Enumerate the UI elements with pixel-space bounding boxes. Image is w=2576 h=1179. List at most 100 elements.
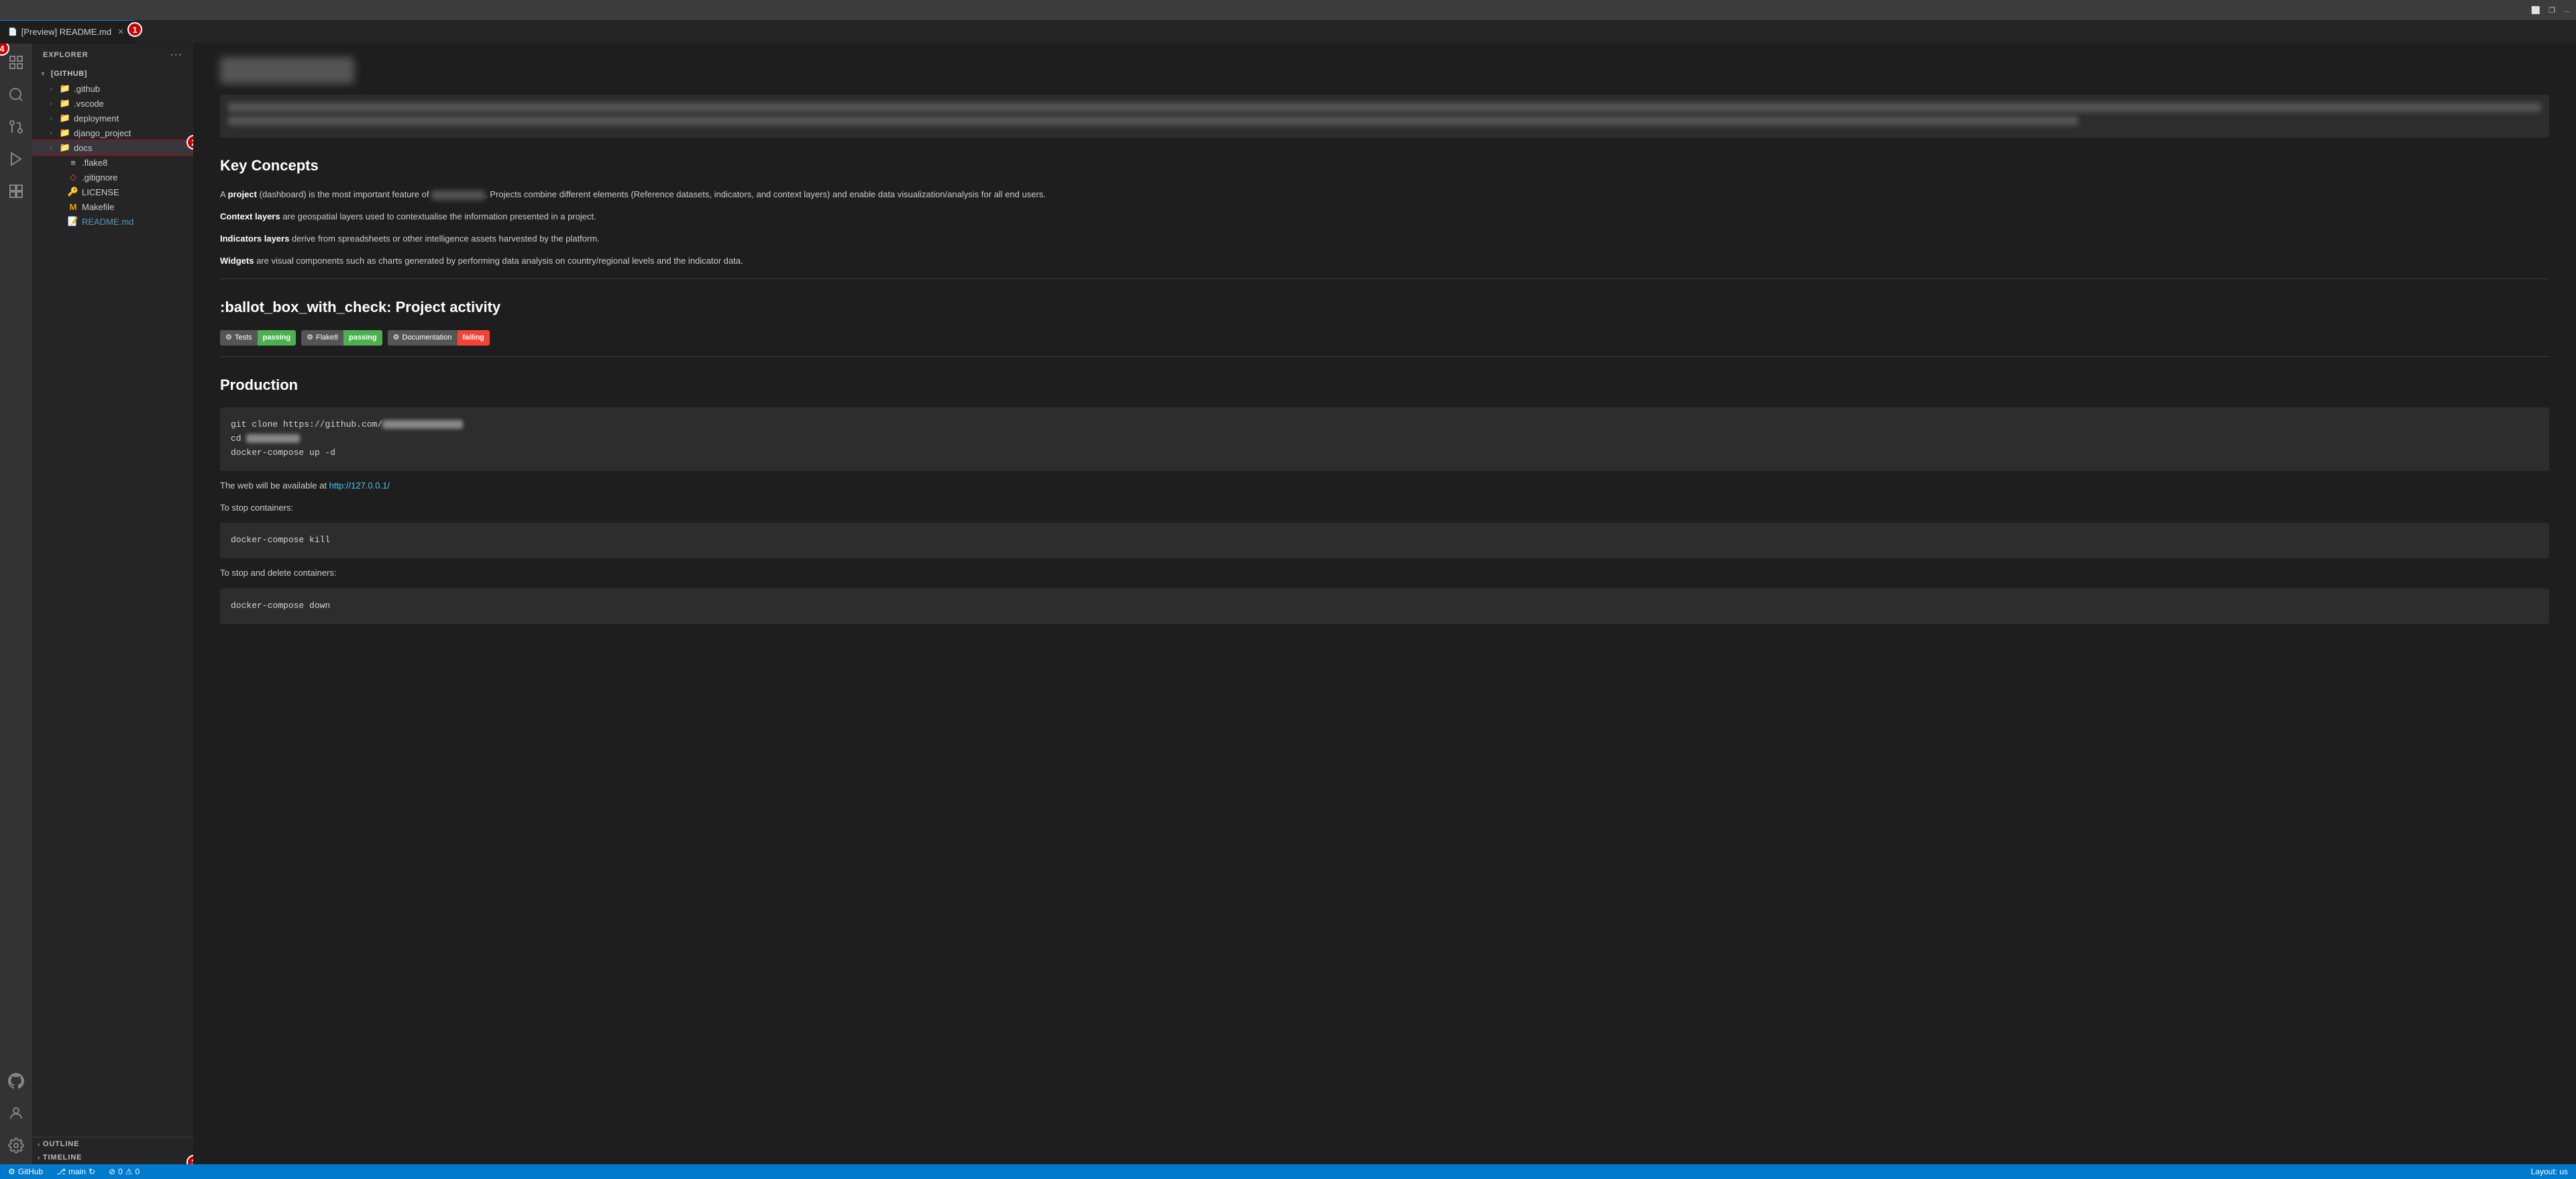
tree-item-docs[interactable]: › 📁 docs 2 xyxy=(32,140,193,155)
badge-tests[interactable]: ⚙ Tests passing xyxy=(220,330,296,346)
tree-item-gitignore[interactable]: ◇ .gitignore xyxy=(32,170,193,185)
tree-label-deployment: deployment xyxy=(74,113,193,123)
md-icon: 📝 xyxy=(67,216,79,227)
warning-icon: ⚠ xyxy=(125,1167,133,1176)
section-divider-2 xyxy=(220,356,2549,357)
tree-label-license: LICENSE xyxy=(82,187,193,197)
status-github-label: GitHub xyxy=(18,1167,43,1176)
timeline-label: TIMELINE xyxy=(43,1154,82,1162)
badge-documentation-status: failing xyxy=(458,330,490,346)
tree-label-gitignore: .gitignore xyxy=(82,172,193,183)
chevron-right-icon: › xyxy=(46,130,56,137)
key-concept-indicators: Indicators layers derive from spreadshee… xyxy=(220,232,2549,246)
tree-item-readme[interactable]: 📝 README.md xyxy=(32,214,193,229)
chevron-right-icon: › xyxy=(46,115,56,122)
tab-close-button[interactable]: ✕ xyxy=(115,27,126,38)
annotation-1: 1 xyxy=(127,22,142,37)
file-icon: ≡ xyxy=(67,158,79,168)
production-heading: Production xyxy=(220,373,2549,397)
badge-tests-status: passing xyxy=(258,330,297,346)
activity-explorer[interactable]: 4 xyxy=(0,46,32,79)
code-block-1: git clone https://github.com/ cd docker-… xyxy=(220,407,2549,470)
explorer-title: EXPLORER xyxy=(43,51,89,59)
tree-item-license[interactable]: 🔑 LICENSE xyxy=(32,185,193,199)
status-errors[interactable]: ⊘ 0 ⚠ 0 xyxy=(106,1164,142,1179)
markdown-preview: Key Concepts A project (dashboard) is th… xyxy=(220,57,2549,624)
badge-documentation-label: ⚙ Documentation xyxy=(388,330,458,346)
tree-label-django: django_project xyxy=(74,128,193,138)
chevron-down-icon: ▾ xyxy=(38,70,48,78)
file-tree: ▾ [GITHUB] › 📁 .github › 📁 .vscode › 📁 d… xyxy=(32,66,193,1137)
chevron-right-icon: › xyxy=(46,85,56,93)
warning-count: 0 xyxy=(136,1167,140,1176)
project-activity-heading: :ballot_box_with_check: Project activity xyxy=(220,295,2549,319)
badge-flake8[interactable]: ⚙ Flake8 passing xyxy=(301,330,382,346)
section-divider xyxy=(220,278,2549,279)
web-url-link[interactable]: http://127.0.0.1/ xyxy=(329,480,390,491)
activity-github[interactable] xyxy=(0,1068,32,1100)
chevron-right-icon: › xyxy=(46,100,56,107)
badge-tests-label: ⚙ Tests xyxy=(220,330,258,346)
github-status-icon: ⚙ xyxy=(8,1167,15,1176)
status-github[interactable]: ⚙ GitHub xyxy=(5,1164,46,1179)
sidebar-header: EXPLORER ··· xyxy=(32,44,193,66)
tree-item-github[interactable]: › 📁 .github xyxy=(32,81,193,96)
git-icon: ◇ xyxy=(67,172,79,183)
tree-item-flake8[interactable]: ≡ .flake8 xyxy=(32,155,193,170)
repo-name-label: [GITHUB] xyxy=(51,70,87,78)
tree-label-readme: README.md xyxy=(82,217,193,227)
badge-documentation[interactable]: ⚙ Documentation failing xyxy=(388,330,490,346)
status-branch[interactable]: ⎇ main ↻ xyxy=(54,1164,98,1179)
tree-item-deployment[interactable]: › 📁 deployment xyxy=(32,111,193,125)
tree-item-vscode[interactable]: › 📁 .vscode xyxy=(32,96,193,111)
tree-label-makefile: Makefile xyxy=(82,202,193,212)
folder-icon: 📁 xyxy=(59,142,71,153)
timeline-panel-header[interactable]: › TIMELINE 3 xyxy=(32,1151,193,1164)
key-concept-context: Context layers are geospatial layers use… xyxy=(220,210,2549,224)
stop-containers-text: To stop containers: xyxy=(220,501,2549,515)
branch-label: main xyxy=(68,1167,86,1176)
tree-item-makefile[interactable]: M Makefile xyxy=(32,199,193,214)
github-icon: ⚙ xyxy=(307,332,313,344)
tab-readme-preview[interactable]: 📄 [Preview] README.md ✕ 1 xyxy=(0,20,135,43)
error-icon: ⊘ xyxy=(109,1167,115,1176)
key-concept-project: A project (dashboard) is the most import… xyxy=(220,188,2549,202)
activity-account[interactable] xyxy=(0,1100,32,1132)
folder-icon: 📁 xyxy=(59,113,71,123)
badge-flake8-status: passing xyxy=(343,330,382,346)
explorer-more-button[interactable]: ··· xyxy=(170,49,182,61)
outline-panel-header[interactable]: › OUTLINE xyxy=(32,1137,193,1151)
makefile-icon: M xyxy=(67,202,79,212)
key-concepts-heading: Key Concepts xyxy=(220,154,2549,177)
file-icon: 📄 xyxy=(8,28,17,36)
layout-label: Layout: us xyxy=(2531,1167,2568,1176)
tree-item-django[interactable]: › 📁 django_project xyxy=(32,125,193,140)
error-count: 0 xyxy=(118,1167,123,1176)
tree-label-github: .github xyxy=(74,84,193,94)
badge-flake8-label: ⚙ Flake8 xyxy=(301,330,343,346)
github-icon: ⚙ xyxy=(225,332,232,344)
folder-icon: 📁 xyxy=(59,127,71,138)
badge-row: ⚙ Tests passing ⚙ Flake8 passing ⚙ xyxy=(220,330,2549,346)
status-bar-right: Layout: us xyxy=(2528,1167,2571,1176)
web-available-text: The web will be available at http://127.… xyxy=(220,479,2549,493)
activity-run-debug[interactable] xyxy=(0,143,32,175)
tab-label: [Preview] README.md xyxy=(21,27,111,37)
folder-icon: 📁 xyxy=(59,98,71,109)
stop-delete-text: To stop and delete containers: xyxy=(220,566,2549,580)
branch-icon: ⎇ xyxy=(56,1167,66,1176)
outline-label: OUTLINE xyxy=(43,1140,79,1148)
tree-repo-root[interactable]: ▾ [GITHUB] xyxy=(32,66,193,81)
activity-extensions[interactable] xyxy=(0,175,32,207)
license-icon: 🔑 xyxy=(67,187,79,197)
activity-search[interactable] xyxy=(0,79,32,111)
code-block-2: docker-compose kill xyxy=(220,523,2549,558)
sidebar-panels: › OUTLINE › TIMELINE 3 xyxy=(32,1137,193,1164)
activity-source-control[interactable] xyxy=(0,111,32,143)
status-layout[interactable]: Layout: us xyxy=(2528,1167,2571,1176)
activity-settings[interactable] xyxy=(0,1132,32,1164)
folder-icon: 📁 xyxy=(59,83,71,94)
sync-icon: ↻ xyxy=(89,1167,95,1176)
content-area[interactable]: Key Concepts A project (dashboard) is th… xyxy=(193,44,2576,1164)
activity-bar: 4 xyxy=(0,44,32,1164)
